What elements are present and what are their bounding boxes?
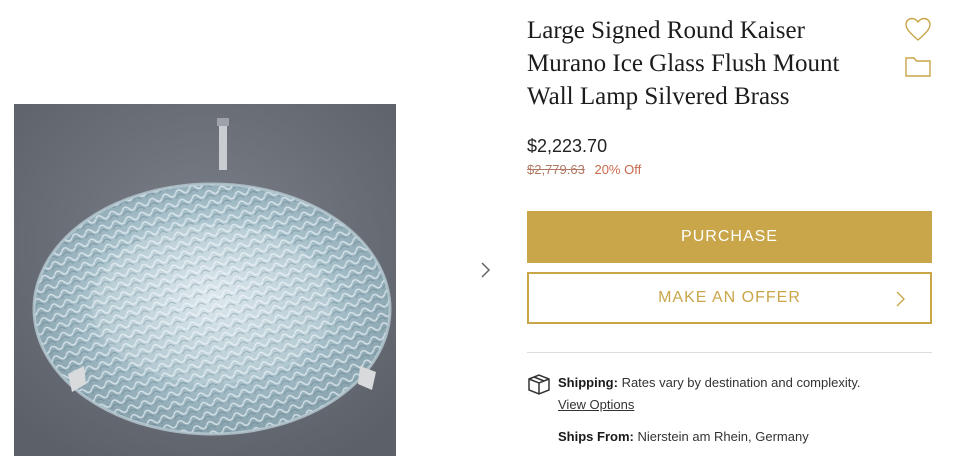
original-price: $2,779.63	[527, 162, 585, 177]
product-info: Large Signed Round Kaiser Murano Ice Gla…	[527, 14, 932, 113]
folder-icon[interactable]	[904, 52, 932, 80]
make-offer-button[interactable]: MAKE AN OFFER	[527, 272, 932, 324]
ships-from-location: Nierstein am Rhein, Germany	[637, 429, 809, 444]
box-icon	[528, 374, 550, 395]
ships-from: Ships From: Nierstein am Rhein, Germany	[558, 429, 809, 444]
shipping-text: Shipping: Rates vary by destination and …	[558, 375, 938, 390]
chevron-right-icon	[896, 291, 905, 307]
shipping-label: Shipping:	[558, 375, 618, 390]
price-details: $2,779.63 20% Off	[527, 162, 641, 177]
discount-badge: 20% Off	[594, 162, 642, 177]
product-actions	[904, 16, 934, 80]
product-title: Large Signed Round Kaiser Murano Ice Gla…	[527, 17, 840, 110]
view-options-link[interactable]: View Options	[558, 397, 634, 412]
make-offer-button-label: MAKE AN OFFER	[658, 289, 801, 306]
purchase-button[interactable]: PURCHASE	[527, 211, 932, 263]
ships-from-label: Ships From:	[558, 429, 634, 444]
lamp-photo	[14, 104, 396, 456]
divider	[527, 352, 932, 353]
heart-icon[interactable]	[904, 16, 932, 44]
shipping-description: Rates vary by destination and complexity…	[621, 375, 861, 390]
chevron-right-icon	[481, 262, 491, 278]
current-price: $2,223.70	[527, 136, 608, 156]
product-image[interactable]	[14, 104, 396, 456]
purchase-button-label: PURCHASE	[681, 228, 778, 245]
next-image-button[interactable]	[476, 258, 496, 282]
